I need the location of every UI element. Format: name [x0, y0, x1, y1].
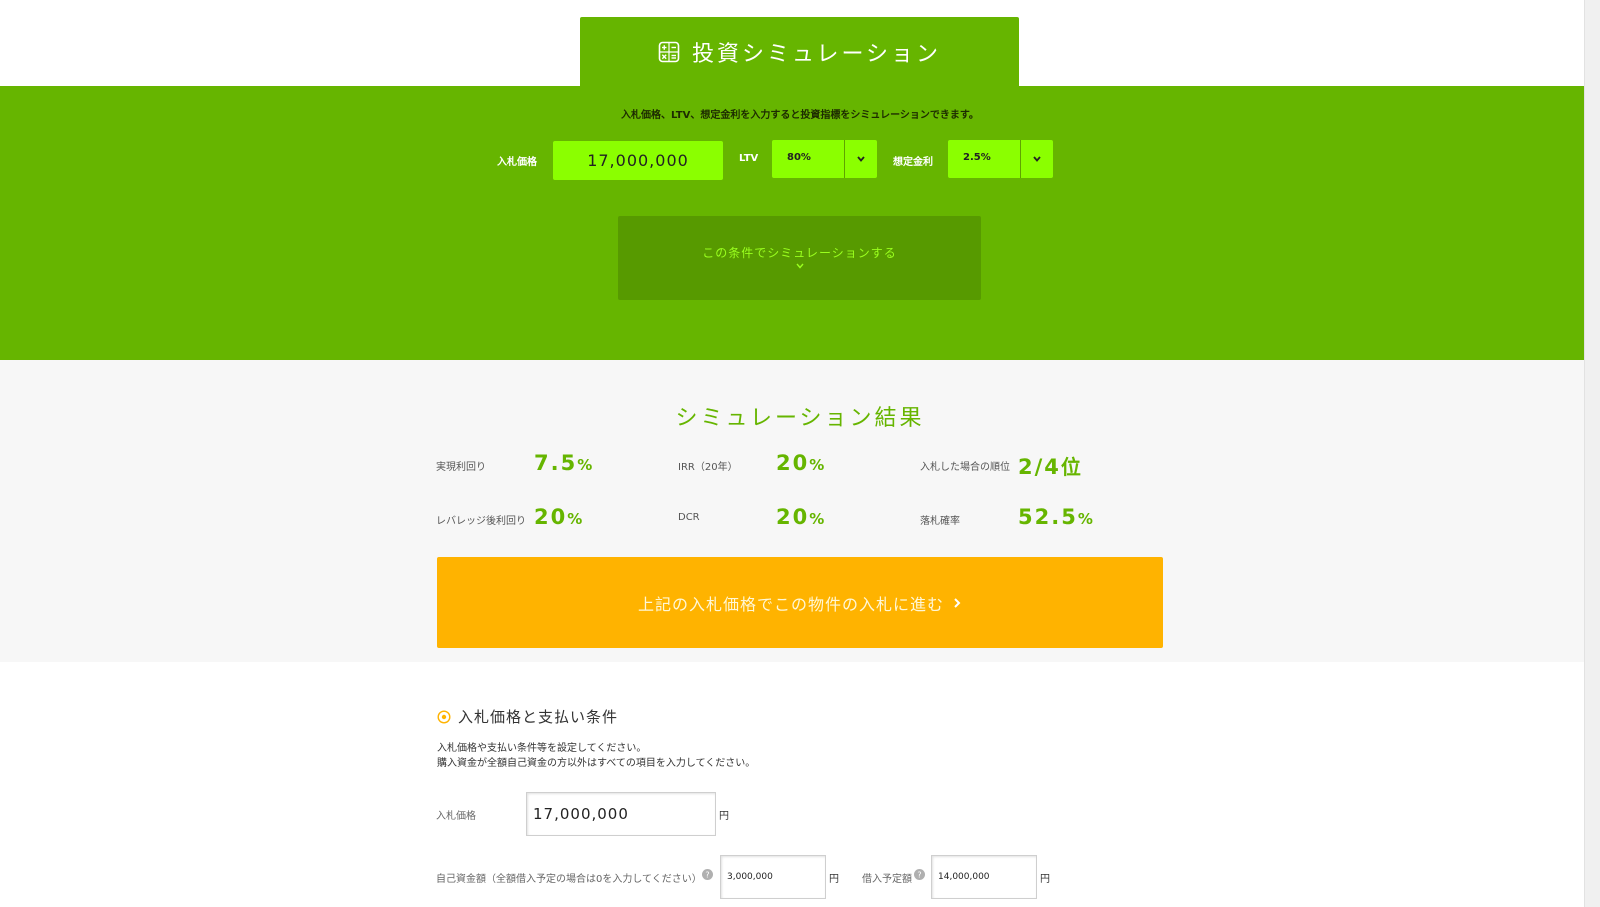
- metric-label: レバレッジ後利回り: [436, 516, 526, 527]
- loan-amount-field[interactable]: 14,000,000: [931, 855, 1037, 899]
- help-icon[interactable]: ?: [914, 869, 925, 880]
- interest-rate-select[interactable]: 2.5%: [948, 140, 1053, 178]
- svg-text:?: ?: [917, 871, 921, 880]
- metric-value-realized-yield: 7.5%: [534, 451, 593, 475]
- metric-label: 落札確率: [920, 516, 960, 527]
- metric-label: IRR（20年）: [678, 462, 738, 473]
- loan-amount-label: 借入予定額: [862, 874, 912, 885]
- bid-price-input[interactable]: 17,000,000: [553, 141, 723, 180]
- yen-unit: 円: [1040, 874, 1050, 885]
- metric-value-bid-rank: 2/4位: [1018, 455, 1081, 479]
- ltv-selected-value: 80%: [787, 152, 811, 163]
- proceed-to-bid-label: 上記の入札価格でこの物件の入札に進む: [637, 594, 944, 614]
- ltv-label: LTV: [739, 153, 759, 164]
- run-simulation-button[interactable]: この条件でシミュレーションする: [618, 216, 981, 300]
- metric-value-irr: 20%: [776, 451, 825, 475]
- yen-unit: 円: [829, 874, 839, 885]
- metric-label: 実現利回り: [436, 462, 486, 473]
- chevron-down-icon: [857, 156, 865, 162]
- proceed-to-bid-button[interactable]: 上記の入札価格でこの物件の入札に進む: [437, 557, 1163, 648]
- simulation-title-tab: 投資シミュレーション: [580, 17, 1019, 87]
- bid-price-label: 入札価格: [497, 157, 537, 168]
- bid-price-field-label: 入札価格: [436, 811, 476, 822]
- run-simulation-label: この条件でシミュレーションする: [702, 246, 897, 260]
- page-title: 投資シミュレーション: [691, 42, 942, 67]
- target-icon: [437, 709, 451, 724]
- conditions-heading-text: 入札価格と支払い条件: [458, 708, 619, 726]
- metric-label: DCR: [678, 512, 700, 523]
- results-title: シミュレーション結果: [675, 406, 925, 431]
- yen-unit: 円: [719, 811, 729, 822]
- bid-price-field[interactable]: 17,000,000: [526, 792, 716, 836]
- select-divider: [844, 140, 845, 178]
- calculator-icon: [658, 41, 680, 63]
- conditions-description: 入札価格や支払い条件等を設定してください。 購入資金が全額自己資金の方以外はすべ…: [437, 743, 756, 769]
- chevron-down-icon: [1033, 156, 1041, 162]
- own-funds-field[interactable]: 3,000,000: [720, 855, 826, 899]
- select-divider: [1020, 140, 1021, 178]
- rate-selected-value: 2.5%: [963, 152, 991, 163]
- svg-text:?: ?: [705, 871, 709, 880]
- page-scrollbar[interactable]: [1584, 0, 1600, 907]
- help-icon[interactable]: ?: [702, 869, 713, 880]
- chevron-right-icon: [954, 597, 961, 608]
- metric-value-dcr: 20%: [776, 505, 825, 529]
- metric-value-leverage-yield: 20%: [534, 505, 583, 529]
- rate-label: 想定金利: [893, 157, 933, 168]
- metric-value-win-probability: 52.5%: [1018, 505, 1093, 529]
- ltv-select[interactable]: 80%: [772, 140, 877, 178]
- own-funds-label: 自己資金額（全額借入予定の場合は0を入力してください）: [436, 874, 702, 885]
- simulator-description: 入札価格、LTV、想定金利を入力すると投資指標をシミュレーションできます。: [621, 110, 979, 121]
- conditions-heading: 入札価格と支払い条件: [437, 706, 618, 727]
- metric-label: 入札した場合の順位: [920, 462, 1010, 473]
- chevron-down-icon: [795, 263, 804, 269]
